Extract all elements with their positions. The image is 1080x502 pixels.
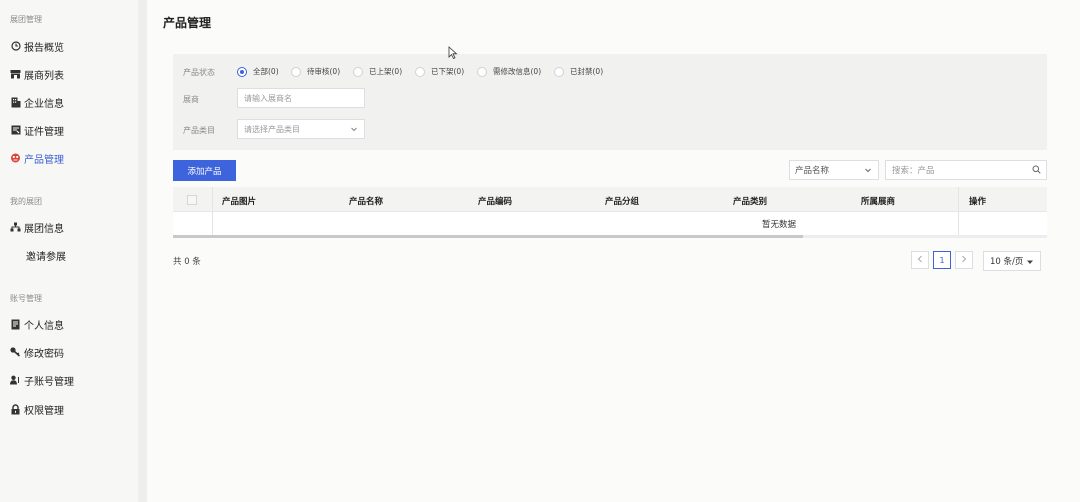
status-radio-banned[interactable]: 已封禁(0)	[554, 66, 603, 77]
column-header-category: 产品类别	[733, 197, 768, 207]
exhibitor-filter-label: 展商	[183, 95, 199, 104]
chevron-down-icon	[864, 166, 872, 174]
radio-label: 已下架(0)	[431, 67, 465, 76]
radio-label: 已上架(0)	[369, 67, 403, 76]
product-icon	[10, 153, 21, 164]
chevron-right-icon	[961, 255, 967, 265]
certificate-icon	[10, 125, 21, 136]
empty-state: 暂无数据	[173, 212, 1047, 234]
nav-group-exhibition-management: 展团管理	[10, 15, 42, 24]
radio-label: 待审核(0)	[307, 67, 341, 76]
caret-down-icon	[1026, 258, 1034, 266]
status-filter-label: 产品状态	[183, 68, 215, 77]
sidebar-item-label: 报告概览	[24, 42, 64, 54]
sidebar: 展团管理 报告概览 展商列表 企业信息 证件管理 产品管理 我的展团 展团信息 …	[0, 0, 138, 502]
radio-checked-icon	[237, 66, 247, 77]
key-icon	[10, 347, 21, 358]
exhibitor-search-input[interactable]: 请输入展商名	[237, 88, 365, 108]
radio-label: 全部(0)	[253, 67, 279, 76]
search-field-value: 产品名称	[795, 166, 830, 176]
scrollbar-thumb[interactable]	[173, 235, 803, 238]
table-header: 产品图片 产品名称 产品编码 产品分组 产品类别 所属展商 操作	[173, 187, 1047, 212]
sidebar-item-invite-exhibitors[interactable]: 邀请参展	[26, 246, 66, 264]
sidebar-item-permission-management[interactable]: 权限管理	[10, 400, 64, 418]
select-placeholder: 请选择产品类目	[244, 124, 300, 134]
empty-text: 暂无数据	[762, 220, 797, 230]
sidebar-item-delegation-info[interactable]: 展团信息	[10, 218, 64, 236]
sidebar-item-certificate-management[interactable]: 证件管理	[10, 121, 64, 139]
building-icon	[10, 97, 21, 108]
category-select[interactable]: 请选择产品类目	[237, 119, 365, 139]
column-header-group: 产品分组	[605, 197, 640, 207]
product-search-input[interactable]: 搜索：产品	[885, 160, 1047, 180]
column-header-image: 产品图片	[222, 197, 257, 207]
next-page-button[interactable]	[955, 251, 973, 269]
sidebar-item-company-info[interactable]: 企业信息	[10, 93, 64, 111]
sidebar-item-label: 邀请参展	[26, 251, 66, 263]
sidebar-item-sub-accounts[interactable]: 子账号管理	[10, 371, 74, 389]
sidebar-item-report-overview[interactable]: 报告概览	[10, 37, 64, 55]
total-count: 共 0 条	[173, 257, 201, 267]
sidebar-item-label: 个人信息	[24, 320, 64, 332]
clock-icon	[10, 41, 21, 52]
sidebar-item-label: 企业信息	[24, 98, 64, 110]
page-button-1[interactable]: 1	[933, 251, 951, 269]
sidebar-divider	[138, 0, 147, 502]
nav-group-account-management: 账号管理	[10, 294, 42, 303]
radio-icon	[554, 66, 564, 77]
sidebar-item-personal-info[interactable]: 个人信息	[10, 315, 64, 333]
status-radio-all[interactable]: 全部(0)	[237, 66, 279, 77]
sidebar-item-label: 展团信息	[24, 223, 64, 235]
radio-label: 需修改信息(0)	[493, 67, 542, 76]
nav-group-my-delegation: 我的展团	[10, 197, 42, 206]
status-radio-delisted[interactable]: 已下架(0)	[415, 66, 464, 77]
page-title: 产品管理	[163, 16, 212, 30]
radio-icon	[477, 66, 487, 77]
column-header-exhibitor: 所属展商	[861, 197, 896, 207]
select-all-checkbox[interactable]	[187, 195, 197, 205]
category-filter-label: 产品类目	[183, 126, 215, 135]
search-placeholder: 搜索：产品	[892, 166, 935, 176]
mouse-cursor-icon	[448, 46, 458, 63]
main-content: 产品管理 产品状态 全部(0) 待审核(0) 已上架(0) 已下架(0) 需修改…	[147, 0, 1080, 502]
search-field-select[interactable]: 产品名称	[789, 160, 879, 180]
prev-page-button[interactable]	[911, 251, 929, 269]
search-icon[interactable]	[1032, 165, 1041, 177]
page-size-select[interactable]: 10 条/页	[983, 251, 1041, 271]
table-horizontal-scrollbar[interactable]	[173, 235, 1047, 238]
sidebar-item-label: 证件管理	[24, 126, 64, 138]
status-radio-pending[interactable]: 待审核(0)	[291, 66, 340, 77]
radio-icon	[353, 66, 363, 77]
sidebar-item-label: 产品管理	[24, 154, 64, 166]
status-radio-listed[interactable]: 已上架(0)	[353, 66, 402, 77]
store-icon	[10, 69, 21, 80]
filter-panel: 产品状态 全部(0) 待审核(0) 已上架(0) 已下架(0) 需修改信息(0)…	[173, 54, 1047, 150]
document-icon	[10, 319, 21, 330]
radio-icon	[291, 66, 301, 77]
lock-icon	[10, 403, 21, 415]
sitemap-icon	[10, 222, 21, 233]
input-placeholder: 请输入展商名	[244, 93, 292, 103]
column-header-name: 产品名称	[349, 197, 384, 207]
add-product-button[interactable]: 添加产品	[173, 160, 236, 181]
column-header-code: 产品编码	[478, 197, 513, 207]
sidebar-item-exhibitor-list[interactable]: 展商列表	[10, 65, 64, 83]
sidebar-item-label: 修改密码	[24, 348, 64, 360]
radio-label: 已封禁(0)	[570, 67, 604, 76]
sidebar-item-label: 子账号管理	[24, 376, 74, 388]
sidebar-item-change-password[interactable]: 修改密码	[10, 343, 64, 361]
chevron-left-icon	[917, 255, 923, 265]
sidebar-item-label: 展商列表	[24, 70, 64, 82]
chevron-down-icon	[350, 125, 358, 133]
column-header-actions: 操作	[969, 197, 987, 207]
sidebar-item-label: 权限管理	[24, 405, 64, 417]
status-radio-needs-edit[interactable]: 需修改信息(0)	[477, 66, 541, 77]
product-table: 产品图片 产品名称 产品编码 产品分组 产品类别 所属展商 操作 暂无数据	[173, 187, 1047, 237]
sidebar-item-product-management[interactable]: 产品管理	[10, 149, 64, 167]
radio-icon	[415, 66, 425, 77]
page-size-value: 10 条/页	[990, 257, 1024, 267]
user-key-icon	[10, 375, 21, 386]
